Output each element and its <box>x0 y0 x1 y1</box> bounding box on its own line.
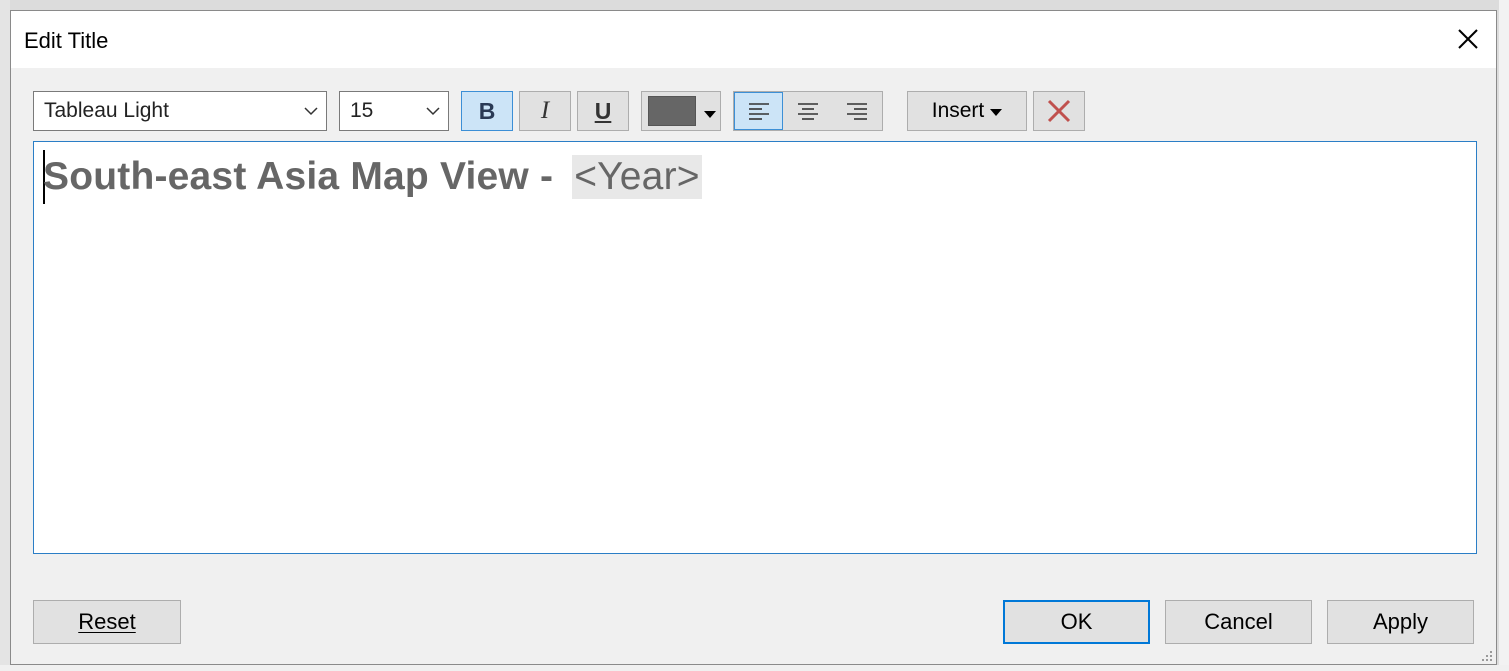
align-right-icon <box>847 103 868 120</box>
dialog-titlebar: Edit Title <box>11 11 1496 68</box>
align-right-button[interactable] <box>833 92 882 130</box>
year-field-token[interactable]: <Year> <box>572 155 702 199</box>
cancel-button[interactable]: Cancel <box>1165 600 1312 644</box>
background-app-bottom <box>0 665 1509 671</box>
resize-grip-icon[interactable] <box>1481 649 1493 661</box>
close-icon[interactable] <box>1454 25 1482 53</box>
align-center-button[interactable] <box>783 92 832 130</box>
bold-button[interactable]: B <box>461 91 513 131</box>
insert-button[interactable]: Insert <box>907 91 1027 131</box>
font-family-value: Tableau Light <box>44 99 169 122</box>
dialog-title: Edit Title <box>24 28 109 53</box>
title-text: South-east Asia Map View - <box>43 155 565 198</box>
align-center-icon <box>797 103 818 120</box>
alignment-group <box>733 91 883 131</box>
apply-button[interactable]: Apply <box>1327 600 1474 644</box>
title-text-line: South-east Asia Map View - <Year> <box>43 150 702 204</box>
italic-button[interactable]: I <box>519 91 571 131</box>
text-color-swatch <box>648 96 696 126</box>
align-left-icon <box>748 103 769 120</box>
background-app-right <box>1499 0 1509 671</box>
chevron-down-icon <box>296 106 326 116</box>
underline-button[interactable]: U <box>577 91 629 131</box>
text-color-picker[interactable] <box>641 91 721 131</box>
insert-label: Insert <box>931 99 985 122</box>
ok-button[interactable]: OK <box>1003 600 1150 644</box>
font-family-select[interactable]: Tableau Light <box>33 91 327 131</box>
font-size-select[interactable]: 15 <box>339 91 449 131</box>
font-size-value: 15 <box>350 99 374 122</box>
background-app-left <box>0 0 10 671</box>
reset-button[interactable]: Reset <box>33 600 181 644</box>
title-editor[interactable]: South-east Asia Map View - <Year> <box>33 141 1477 554</box>
clear-formatting-button[interactable] <box>1033 91 1085 131</box>
reset-label: Reset <box>78 609 136 634</box>
edit-title-dialog: Edit Title Tableau Light 15 B I U Insert… <box>10 10 1497 665</box>
align-left-button[interactable] <box>734 92 784 130</box>
chevron-down-icon <box>418 106 448 116</box>
clear-x-icon <box>1047 99 1071 123</box>
caret-down-icon <box>704 98 716 125</box>
caret-down-icon <box>990 99 1003 123</box>
